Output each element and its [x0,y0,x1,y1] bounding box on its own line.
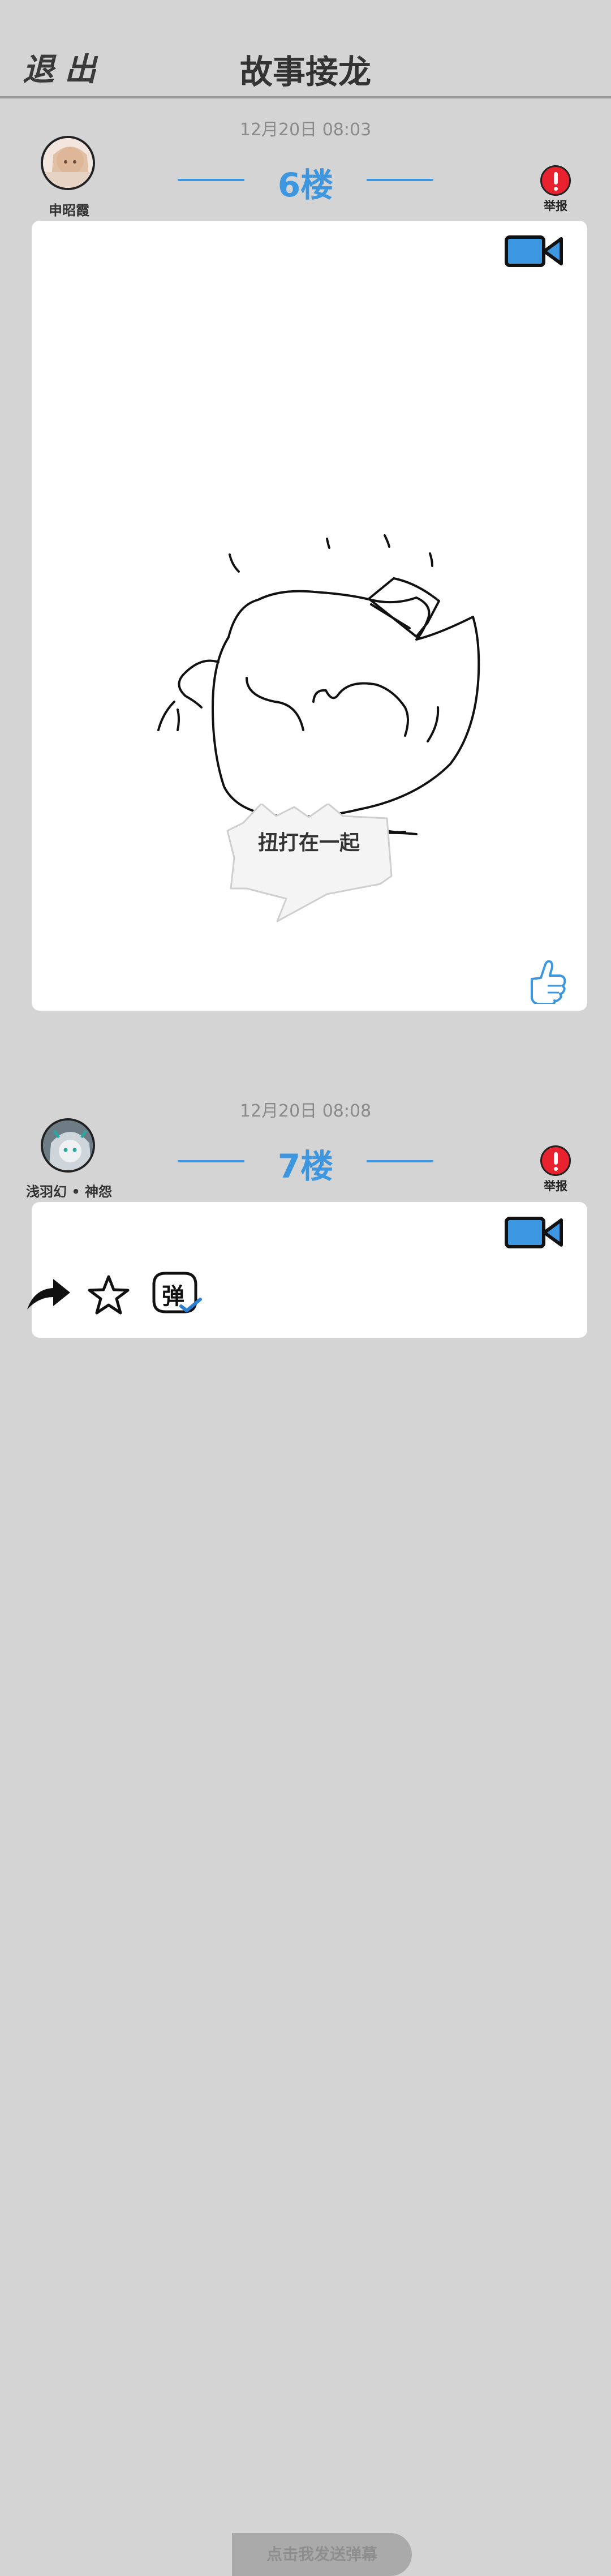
story-caption: 扭打在一起 [257,831,360,855]
video-camera-icon[interactable] [505,234,563,268]
report-alert-icon [540,1145,571,1176]
floor-divider-right [367,179,433,181]
danmaku-toggle-icon[interactable]: 弹 [148,1271,205,1314]
floor-label: 6楼 [277,166,334,204]
report-label: 举报 [544,1179,567,1193]
story-drawing [157,534,480,838]
floor-divider-right [367,1160,433,1162]
floor-label: 7楼 [277,1147,334,1186]
report-alert-icon [540,165,571,196]
drawing-card: 扭打在一起 [32,221,587,1011]
post-timestamp: 12月20日 08:03 [239,120,372,140]
page-title: 故事接龙 [239,53,371,91]
thumbs-up-icon[interactable] [525,959,567,1004]
star-icon[interactable] [87,1274,130,1315]
share-arrow-icon[interactable] [25,1276,71,1312]
report-button[interactable]: 举报 [539,1145,573,1194]
post-timestamp: 12月20日 08:08 [239,1101,372,1121]
report-label: 举报 [544,199,567,213]
bottom-action-bar: 弹 点击我发送弹幕 [0,1263,611,2576]
video-camera-icon[interactable] [505,1216,563,1250]
report-button[interactable]: 举报 [539,165,573,214]
app-header: 退出 故事接龙 [0,0,611,98]
header-divider [0,96,611,98]
speech-bubble-icon [226,804,393,922]
danmaku-input[interactable]: 点击我发送弹幕 [232,2533,412,2576]
